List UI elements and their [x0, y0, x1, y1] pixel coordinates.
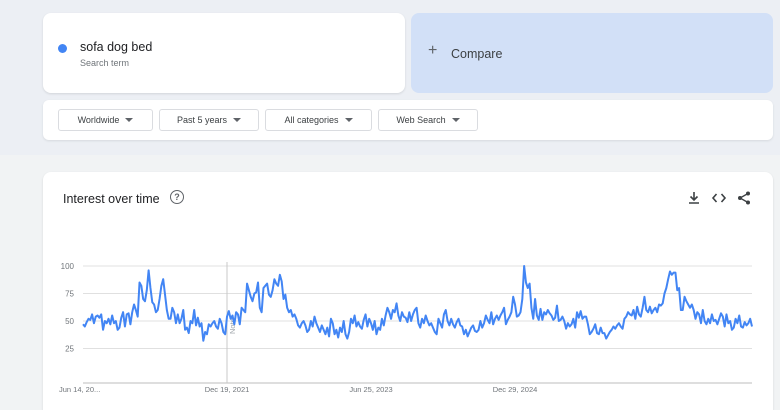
- x-tick-label: Dec 29, 2024: [493, 385, 538, 394]
- y-tick-label: 75: [65, 290, 74, 299]
- chevron-down-icon: [233, 118, 242, 122]
- filters-bar: Worldwide Past 5 years All categories We…: [43, 100, 773, 140]
- time-range-filter-label: Past 5 years: [176, 115, 228, 125]
- chevron-down-icon: [344, 118, 353, 122]
- series-line[interactable]: [82, 265, 753, 342]
- y-tick-label: 100: [61, 262, 75, 271]
- term-color-dot: [58, 44, 67, 53]
- y-tick-label: 50: [65, 317, 74, 326]
- y-tick-label: 25: [65, 345, 74, 354]
- search-type-filter[interactable]: Web Search: [378, 109, 478, 131]
- compare-label: Compare: [451, 47, 503, 61]
- chevron-down-icon: [125, 118, 134, 122]
- search-term-subtitle: Search term: [80, 58, 130, 68]
- plus-icon: +: [428, 42, 438, 59]
- search-term-card[interactable]: sofa dog bed Search term: [43, 13, 405, 93]
- x-tick-label: Jun 14, 20...: [59, 385, 100, 394]
- category-filter-label: All categories: [284, 115, 339, 125]
- x-tick-label: Dec 19, 2021: [205, 385, 250, 394]
- search-type-filter-label: Web Search: [396, 115, 446, 125]
- category-filter[interactable]: All categories: [265, 109, 372, 131]
- location-filter-label: Worldwide: [77, 115, 120, 125]
- x-tick-label: Jun 25, 2023: [349, 385, 392, 394]
- compare-button[interactable]: + Compare: [411, 13, 773, 93]
- location-filter[interactable]: Worldwide: [58, 109, 153, 131]
- interest-over-time-panel: Interest over time ? 25 50 75 100 Jun 14, 20…: [43, 172, 773, 410]
- time-range-filter[interactable]: Past 5 years: [159, 109, 259, 131]
- search-term-name[interactable]: sofa dog bed: [80, 40, 152, 54]
- chevron-down-icon: [451, 118, 460, 122]
- line-chart: 25 50 75 100 Jun 14, 20... Dec 19, 2021 Jun 25…: [59, 262, 753, 394]
